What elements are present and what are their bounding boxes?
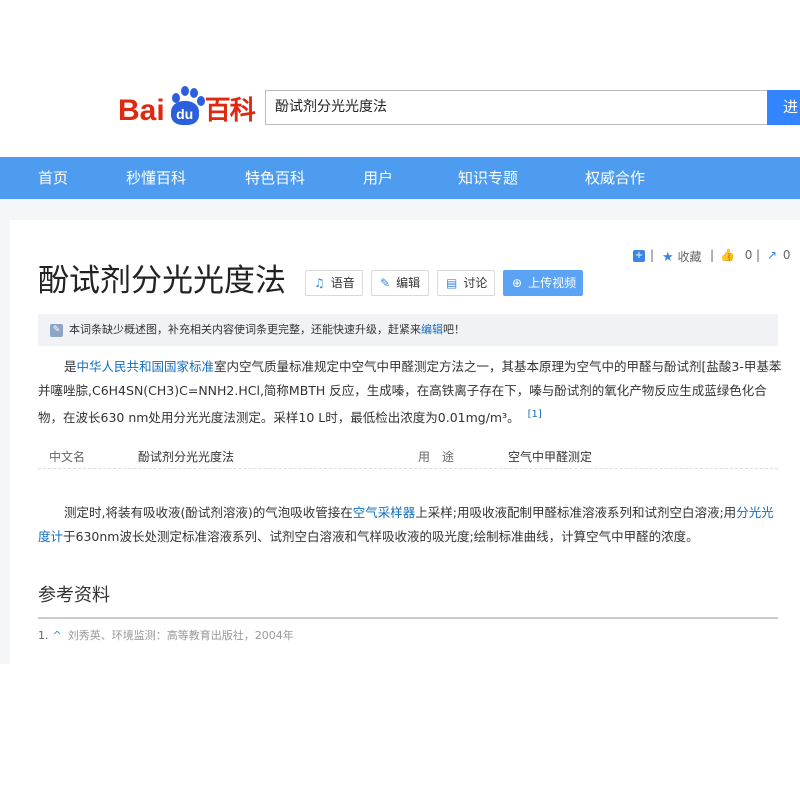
references-divider	[38, 617, 778, 619]
caret-up-icon[interactable]: ^	[53, 629, 62, 642]
search-button[interactable]: 进	[767, 90, 800, 125]
method-text-1: 测定时,将装有吸收液(酚试剂溶液)的气泡吸收管接在	[64, 505, 353, 520]
basic-info-value-use: 空气中甲醛测定	[508, 450, 593, 464]
method-paragraph: 测定时,将装有吸收液(酚试剂溶液)的气泡吸收管接在空气采样器上采样;用吸收液配制…	[38, 501, 783, 549]
reference-number: 1.	[38, 629, 49, 642]
favorite-label: 收藏	[677, 250, 702, 264]
reference-link[interactable]: [1]	[528, 409, 542, 420]
nav-item-home[interactable]: 首页	[38, 157, 68, 199]
search-input[interactable]: 酚试剂分光光度法	[265, 90, 767, 125]
comment-icon: ▤	[446, 276, 458, 290]
headphones-icon: ♫	[314, 276, 325, 290]
voice-button[interactable]: ♫ 语音	[305, 270, 363, 296]
nav-item-topics[interactable]: 知识专题	[458, 157, 518, 199]
divider: |	[650, 248, 655, 262]
basic-info: 中文名 酚试剂分光光度法 用 途 空气中甲醛测定	[38, 446, 778, 469]
plus-circle-icon: ⊕	[512, 276, 523, 290]
baike-logo[interactable]: Bai du 百科	[118, 82, 256, 127]
air-sampler-link[interactable]: 空气采样器	[353, 505, 416, 520]
nav-item-authority[interactable]: 权威合作	[585, 157, 645, 199]
basic-info-key-use: 用 途	[418, 450, 455, 464]
share-count: 0	[782, 248, 791, 262]
logo-du-text: du	[170, 101, 199, 125]
nav-item-miaodong[interactable]: 秒懂百科	[126, 157, 186, 199]
thumbs-up-icon: 👍	[720, 248, 735, 262]
share-icon: ↗	[767, 248, 778, 262]
share-button[interactable]: ↗ 0	[767, 248, 791, 262]
notice-suffix: 吧！	[443, 323, 465, 336]
edit-button[interactable]: ✎ 编辑	[371, 270, 429, 296]
intro-pre: 是	[64, 359, 77, 374]
edit-label: 编辑	[396, 276, 421, 290]
references-heading: 参考资料	[38, 585, 110, 606]
basic-info-value-name: 酚试剂分光光度法	[138, 450, 235, 464]
plus-icon: +	[633, 249, 645, 262]
like-button[interactable]: 👍 0	[720, 248, 752, 262]
intro-paragraph: 是中华人民共和国国家标准室内空气质量标准规定中空气中甲醛测定方法之一，其基本原理…	[38, 355, 783, 430]
favorite-button[interactable]: ★ 收藏	[662, 248, 702, 265]
method-text-3: 于630nm波长处测定标准溶液系列、试剂空白溶液和气样吸收液的吸光度;绘制标准曲…	[63, 529, 699, 544]
pencil-icon: ✎	[380, 276, 391, 290]
notice-edit-link[interactable]: 编辑	[421, 323, 443, 336]
notice-text: 本词条缺少概述图，补充相关内容使词条更完整，还能快速升级，赶紧来	[69, 323, 421, 336]
like-count: 0	[744, 248, 753, 262]
upload-video-label: 上传视频	[528, 276, 577, 290]
discuss-label: 讨论	[463, 276, 488, 290]
method-text-2: 上采样;用吸收液配制甲醛标准溶液系列和试剂空白溶液;用	[415, 505, 737, 520]
gb-standard-link[interactable]: 中华人民共和国国家标准	[77, 359, 215, 374]
paw-icon: du	[166, 86, 205, 126]
add-button[interactable]: +	[633, 248, 645, 262]
reference-text: 刘秀英、环境监测：高等教育出版社，2004年	[67, 629, 294, 642]
reference-item: 1. ^ 刘秀英、环境监测：高等教育出版社，2004年	[38, 628, 294, 644]
edit-notice-icon: ✎	[50, 323, 63, 337]
divider: |	[756, 248, 761, 262]
main-nav: 首页 秒懂百科 特色百科 用户 知识专题 权威合作	[0, 157, 800, 199]
star-icon: ★	[662, 250, 674, 265]
basic-info-key-name: 中文名	[49, 450, 86, 464]
divider: |	[710, 248, 715, 262]
missing-image-notice: ✎ 本词条缺少概述图，补充相关内容使词条更完整，还能快速升级，赶紧来编辑吧！	[38, 314, 778, 346]
page-title: 酚试剂分光光度法	[38, 263, 286, 299]
nav-item-special[interactable]: 特色百科	[245, 157, 305, 199]
logo-bai-text: Bai	[118, 94, 165, 127]
logo-baike-text: 百科	[204, 96, 256, 126]
upload-video-button[interactable]: ⊕ 上传视频	[503, 270, 583, 296]
voice-label: 语音	[330, 276, 355, 290]
nav-item-user[interactable]: 用户	[363, 157, 393, 199]
discuss-button[interactable]: ▤ 讨论	[437, 270, 495, 296]
